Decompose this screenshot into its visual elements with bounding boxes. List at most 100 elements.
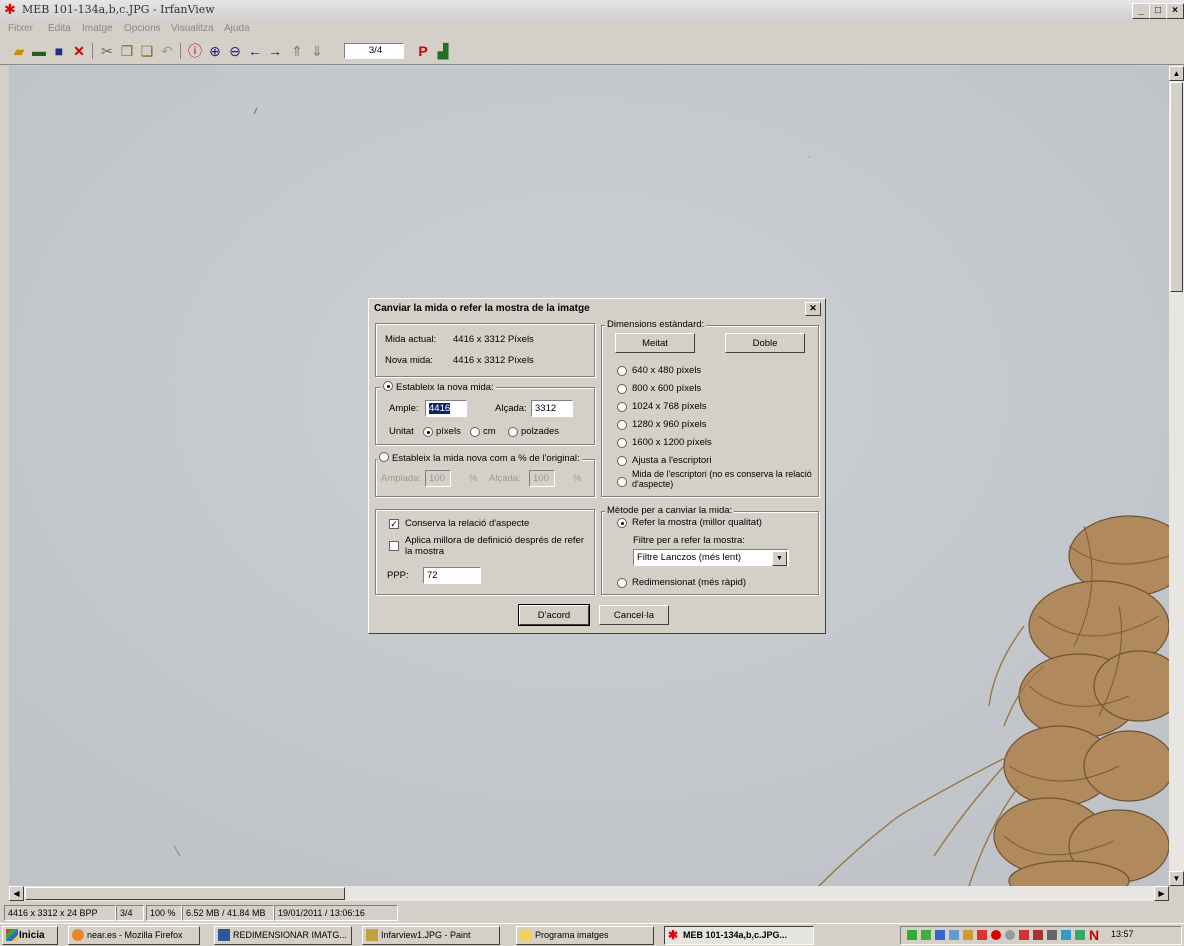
delete-icon[interactable]: ✕ [70,42,88,60]
task-word[interactable]: REDIMENSIONAR IMATG... [214,926,352,945]
fit-desktop-radio[interactable] [617,456,627,466]
volume-icon[interactable] [1047,930,1057,940]
cut-icon[interactable]: ✂ [98,42,116,60]
tray-icon[interactable] [907,930,917,940]
scroll-up-icon[interactable]: ▲ [1169,66,1184,81]
tray-icon[interactable] [949,930,959,940]
zoom-out-icon[interactable]: ⊖ [226,42,244,60]
menu-opcions[interactable]: Opcions [124,23,161,34]
page-number-field[interactable]: 3/4 [344,43,404,59]
open-folder-icon[interactable]: ▰ [10,42,28,60]
std-800-radio[interactable] [617,384,627,394]
half-button[interactable]: Meitat [615,333,695,353]
width-field[interactable]: 4416 [425,400,467,417]
menu-fitxer[interactable]: Fitxer [8,23,33,34]
arrow-left-icon[interactable]: ← [246,42,264,60]
tray-icon[interactable] [963,930,973,940]
method-group-label: Mètode per a canviar la mida: [605,505,735,516]
status-memory: 6.52 MB / 41.84 MB [182,905,274,921]
tray-icon[interactable] [921,930,931,940]
minimize-button[interactable]: _ [1132,3,1150,19]
maximize-button[interactable]: □ [1149,3,1167,19]
horizontal-scroll-thumb[interactable] [25,887,345,900]
tray-icon[interactable] [935,930,945,940]
ppp-field[interactable]: 72 [423,567,481,584]
double-button[interactable]: Doble [725,333,805,353]
task-paint[interactable]: Infarview1.JPG - Paint [362,926,500,945]
zoom-in-icon[interactable]: ⊕ [206,42,224,60]
status-zoom: 100 % [146,905,182,921]
height-field[interactable]: 3312 [531,400,573,417]
scroll-left-icon[interactable]: ◀ [9,886,24,901]
slideshow-icon[interactable]: ▬ [30,42,48,60]
copy-icon[interactable]: ❐ [118,42,136,60]
info-icon[interactable]: ⓘ [186,42,204,60]
keep-aspect-checkbox[interactable]: ✓ [389,519,399,529]
tray-icon[interactable] [1061,930,1071,940]
unit-cm-radio[interactable] [470,427,480,437]
pct-width-label: Amplada: [381,473,422,484]
menu-edita[interactable]: Edita [48,23,71,34]
norton-icon[interactable]: N [1089,927,1099,943]
percent-option[interactable]: Estableix la mida nova com a % de l'orig… [377,452,582,464]
resample-label: Refer la mostra (millor qualitat) [632,517,762,528]
first-page-icon[interactable]: ⇑ [288,42,306,60]
filter-select[interactable]: Filtre Lanczos (més lent) ▼ [633,549,789,566]
pct-width-unit: % [469,473,478,484]
cancel-button[interactable]: Cancel·la [599,605,669,625]
set-new-size-option[interactable]: Estableix la nova mida: [381,381,496,393]
resize-dialog: Canviar la mida o refer la mostra de la … [368,298,826,634]
ok-button[interactable]: D'acord [518,604,590,626]
tray-icon[interactable] [991,930,1001,940]
std-1024-label: 1024 x 768 píxels [632,401,707,412]
task-irfanview[interactable]: ✱ MEB 101-134a,b,c.JPG... [664,926,814,945]
vertical-scroll-thumb[interactable] [1170,82,1183,292]
horizontal-scrollbar[interactable]: ◀ ▶ [9,886,1169,901]
dialog-close-button[interactable]: ✕ [805,302,821,316]
scroll-right-icon[interactable]: ▶ [1154,886,1169,901]
menu-imatge[interactable]: Imatge [82,23,113,34]
pct-width-field[interactable]: 100 [425,470,451,487]
std-800-label: 800 x 600 píxels [632,383,702,394]
network-icon[interactable] [1075,930,1085,940]
unit-pixels-radio[interactable] [423,427,433,437]
std-1280-radio[interactable] [617,420,627,430]
menu-ajuda[interactable]: Ajuda [224,23,250,34]
task-folder[interactable]: Programa imatges [516,926,654,945]
paint-p-icon[interactable]: P [414,42,432,60]
toolbar-separator [180,43,181,59]
tray-icon[interactable] [1019,930,1029,940]
std-640-label: 640 x 480 píxels [632,365,702,376]
task-firefox[interactable]: near.es - Mozilla Firefox [68,926,200,945]
pct-height-field[interactable]: 100 [529,470,555,487]
close-button[interactable]: × [1166,3,1184,19]
title-bar: ✱ MEB 101-134a,b,c.JPG - IrfanView _ □ × [0,0,1184,20]
tray-icon[interactable] [1033,930,1043,940]
scroll-down-icon[interactable]: ▼ [1169,871,1184,886]
size-info-group [375,323,595,377]
chevron-down-icon[interactable]: ▼ [772,551,787,566]
unit-inches-radio[interactable] [508,427,518,437]
set-new-size-radio[interactable] [383,381,393,391]
undo-icon[interactable]: ↶ [158,42,176,60]
percent-radio[interactable] [379,452,389,462]
std-1024-radio[interactable] [617,402,627,412]
save-icon[interactable]: ■ [50,42,68,60]
paste-icon[interactable]: ❏ [138,42,156,60]
menu-visualitza[interactable]: Visualitza [171,23,214,34]
std-640-radio[interactable] [617,366,627,376]
filter-select-value: Filtre Lanczos (més lent) [637,552,742,563]
tray-icon[interactable] [1005,930,1015,940]
start-button[interactable]: Inicia [2,926,58,945]
arrow-right-icon[interactable]: → [266,42,284,60]
last-page-icon[interactable]: ⇓ [308,42,326,60]
scanner-icon[interactable]: ▟ [434,42,452,60]
sharpen-checkbox[interactable] [389,541,399,551]
resample-radio[interactable] [617,518,627,528]
desktop-size-radio[interactable] [617,477,627,487]
resize-fast-radio[interactable] [617,578,627,588]
std-1600-radio[interactable] [617,438,627,448]
new-size-value: 4416 x 3312 Píxels [453,355,534,366]
tray-icon[interactable] [977,930,987,940]
vertical-scrollbar[interactable]: ▲ ▼ [1169,66,1184,886]
